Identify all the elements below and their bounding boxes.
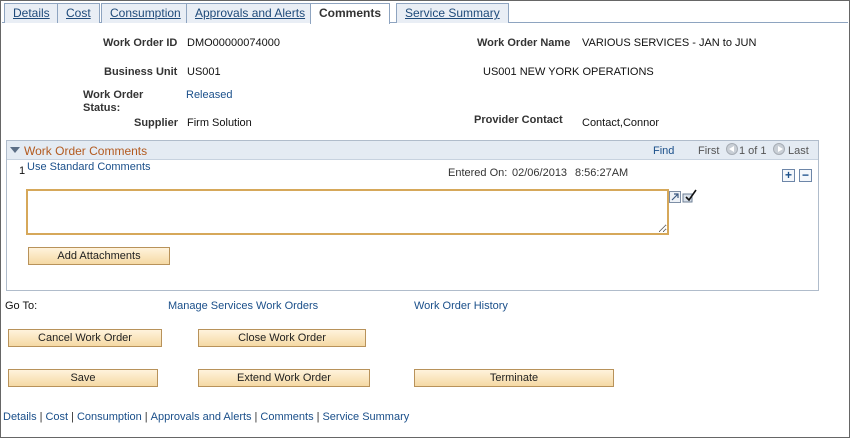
- save-button[interactable]: Save: [8, 369, 158, 387]
- next-row-icon[interactable]: [773, 143, 785, 155]
- manage-services-work-orders-link[interactable]: Manage Services Work Orders: [168, 300, 318, 312]
- close-work-order-button[interactable]: Close Work Order: [198, 329, 366, 347]
- tab-service-summary[interactable]: Service Summary: [396, 3, 509, 23]
- footer-link-cost[interactable]: Cost: [45, 411, 68, 423]
- separator: |: [71, 411, 74, 423]
- add-row-button[interactable]: +: [782, 169, 795, 182]
- work-order-history-link[interactable]: Work Order History: [414, 300, 508, 312]
- entered-on-label: Entered On:: [448, 167, 508, 179]
- use-standard-comments-link[interactable]: Use Standard Comments: [27, 161, 151, 173]
- find-link[interactable]: Find: [653, 145, 674, 157]
- comments-group-header: Work Order Comments Find First 1 of 1 La…: [7, 141, 818, 160]
- work-order-name-label: Work Order Name: [477, 37, 571, 49]
- work-order-id-label: Work Order ID: [103, 37, 178, 49]
- first-label: First: [698, 145, 720, 157]
- tab-comments[interactable]: Comments: [310, 3, 391, 24]
- tab-cost[interactable]: Cost: [57, 3, 100, 23]
- delete-row-button[interactable]: −: [799, 169, 812, 182]
- collapse-triangle-icon[interactable]: [10, 147, 20, 153]
- cancel-work-order-button[interactable]: Cancel Work Order: [8, 329, 162, 347]
- tab-details[interactable]: Details: [4, 3, 59, 23]
- footer-link-details[interactable]: Details: [3, 411, 37, 423]
- supplier-label: Supplier: [134, 117, 179, 129]
- footer-link-approvals-and-alerts[interactable]: Approvals and Alerts: [151, 411, 252, 423]
- provider-contact-value: Contact,Connor: [582, 117, 660, 129]
- entered-on-time: 8:56:27AM: [575, 167, 629, 179]
- tab-label: Consumption: [110, 6, 181, 20]
- tab-consumption[interactable]: Consumption: [101, 3, 190, 23]
- extend-work-order-button[interactable]: Extend Work Order: [198, 369, 370, 387]
- status-value-link[interactable]: Released: [186, 89, 232, 101]
- work-order-id-value: DMO00000074000: [187, 37, 280, 49]
- footer-tab-links: Details | Cost | Consumption | Approvals and A…: [3, 411, 409, 423]
- add-attachments-button[interactable]: Add Attachments: [28, 247, 170, 265]
- footer-link-consumption[interactable]: Consumption: [77, 411, 142, 423]
- tab-label: Cost: [66, 6, 91, 20]
- status-label-line2: Status:: [83, 102, 121, 114]
- entered-on-date: 02/06/2013: [512, 167, 568, 179]
- tab-approvals-and-alerts[interactable]: Approvals and Alerts: [186, 3, 315, 23]
- footer-link-comments[interactable]: Comments: [260, 411, 313, 423]
- status-label-line1: Work Order: [83, 89, 144, 101]
- tab-label: Service Summary: [405, 6, 500, 20]
- goto-label: Go To:: [5, 300, 38, 312]
- terminate-button[interactable]: Terminate: [414, 369, 614, 387]
- business-unit-description: US001 NEW YORK OPERATIONS: [483, 66, 654, 78]
- business-unit-value: US001: [187, 66, 221, 78]
- row-count: 1 of 1: [739, 145, 767, 157]
- work-order-name-value: VARIOUS SERVICES - JAN to JUN: [582, 37, 757, 49]
- footer-link-service-summary[interactable]: Service Summary: [322, 411, 409, 423]
- spell-check-icon[interactable]: [682, 189, 697, 206]
- tab-label: Approvals and Alerts: [195, 6, 306, 20]
- expand-textarea-icon[interactable]: [669, 191, 681, 206]
- tab-label: Details: [13, 6, 50, 20]
- supplier-value: Firm Solution: [187, 117, 252, 129]
- work-order-comments-group: Work Order Comments Find First 1 of 1 La…: [6, 140, 819, 291]
- tab-label: Comments: [319, 6, 382, 20]
- row-number: 1: [19, 165, 26, 177]
- comment-textarea[interactable]: [26, 189, 669, 235]
- separator: |: [144, 411, 148, 423]
- last-label: Last: [788, 145, 809, 157]
- tab-bar: Details Cost Consumption Approvals and A…: [2, 3, 848, 24]
- provider-contact-label: Provider Contact: [474, 114, 563, 126]
- previous-row-icon[interactable]: [726, 143, 738, 155]
- comments-group-title: Work Order Comments: [24, 144, 148, 158]
- business-unit-label: Business Unit: [104, 66, 178, 78]
